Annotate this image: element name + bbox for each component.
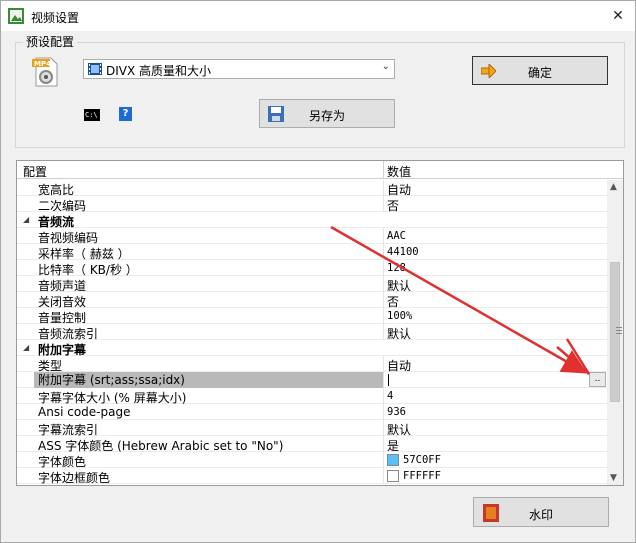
save-as-label: 另存为 — [308, 109, 345, 123]
grid-rows: 宽高比 自动 二次编码否 ◢ 音频流 音视频编码 AAC 采样率（ 赫兹 ） 44100 比特率（… — [17, 180, 607, 485]
column-header-name: 配置 — [23, 165, 48, 179]
property-value[interactable]: AAC — [387, 230, 406, 242]
property-row[interactable]: 二次编码否 — [17, 196, 607, 213]
scroll-down-icon[interactable]: ▼ — [610, 473, 617, 483]
window-title: 视频设置 — [31, 11, 80, 25]
cell-divider — [383, 388, 384, 404]
close-icon[interactable]: ✕ — [609, 7, 627, 25]
property-value[interactable]: 100% — [387, 310, 412, 322]
chevron-down-icon[interactable]: ⌄ — [382, 61, 390, 72]
app-icon — [8, 8, 24, 24]
cell-divider — [383, 372, 384, 388]
column-header-value: 数值 — [387, 165, 412, 179]
cell-divider — [383, 260, 384, 276]
property-row[interactable]: 采样率（ 赫兹 ） 44100 — [17, 244, 607, 261]
cell-divider — [383, 324, 384, 340]
watermark-label: 水印 — [528, 508, 553, 522]
property-name: 字体边框颜色 — [38, 471, 111, 485]
property-name: 附加字幕 (srt;ass;ssa;idx) — [34, 372, 383, 388]
property-row[interactable]: 附加字幕 (srt;ass;ssa;idx).. — [17, 372, 607, 388]
property-value[interactable]: 57C0FF — [403, 454, 441, 466]
property-row[interactable]: 字体颜色 57C0FF — [17, 452, 607, 469]
property-value[interactable]: 936 — [387, 406, 406, 418]
cell-divider — [383, 420, 384, 436]
cell-divider — [383, 244, 384, 260]
grip-line — [616, 330, 622, 331]
property-row[interactable]: 字幕流索引 默认 — [17, 420, 607, 437]
browse-button[interactable]: .. — [589, 372, 606, 387]
collapse-triangle-icon[interactable]: ◢ — [23, 215, 29, 224]
color-swatch[interactable] — [387, 454, 399, 466]
category-row[interactable]: ◢ 音频流 — [17, 212, 607, 229]
cell-divider — [383, 180, 384, 196]
grip-line — [616, 327, 622, 328]
film-icon — [88, 63, 102, 75]
cell-divider — [383, 228, 384, 244]
property-row[interactable]: Ansi code-page 936 — [17, 404, 607, 420]
property-value[interactable]: 128 — [387, 262, 406, 274]
property-row[interactable]: 比特率（ KB/秒 ） 128 — [17, 260, 607, 277]
cell-divider — [383, 436, 384, 452]
property-value[interactable]: FFFFFF — [403, 470, 441, 482]
ok-button[interactable]: 确定 — [472, 56, 608, 85]
property-row[interactable]: 关闭音效否 — [17, 292, 607, 309]
property-row[interactable]: 类型 自动 — [17, 356, 607, 373]
color-swatch[interactable] — [387, 470, 399, 482]
preset-group-label: 预设配置 — [23, 33, 78, 50]
grid-header: 配置 数值 — [17, 161, 623, 179]
scrollbar-thumb[interactable] — [610, 262, 622, 402]
cell-divider — [383, 468, 384, 484]
property-row[interactable]: 音频声道 默认 — [17, 276, 607, 293]
text-caret[interactable] — [388, 374, 389, 386]
ok-button-label: 确定 — [527, 66, 552, 80]
column-divider — [383, 161, 384, 179]
collapse-triangle-icon[interactable]: ◢ — [23, 343, 29, 352]
cell-divider — [383, 276, 384, 292]
property-row[interactable]: 字体边框颜色 FFFFFF — [17, 468, 607, 485]
video-settings-dialog: 视频设置 ✕ 预设配置 MP4 DIVX 高质量和大小 ⌄ 确定 C:\ ? 另… — [0, 0, 636, 543]
save-as-button[interactable]: 另存为 — [259, 99, 395, 128]
category-row[interactable]: ◢ 附加字幕 — [17, 340, 607, 357]
property-row[interactable]: 音量控制 100% — [17, 308, 607, 325]
help-icon[interactable]: ? — [119, 107, 132, 121]
cell-divider — [383, 356, 384, 372]
cell-divider — [383, 404, 384, 420]
property-row[interactable]: 音频流索引 默认 — [17, 324, 607, 341]
property-row[interactable]: ASS 字体颜色 (Hebrew Arabic set to "No") 是 — [17, 436, 607, 453]
cell-divider — [383, 308, 384, 324]
watermark-button[interactable]: 水印 — [473, 497, 609, 527]
mp4-file-icon: MP4 — [32, 57, 58, 87]
property-value[interactable]: 4 — [387, 390, 393, 402]
property-row[interactable]: 宽高比 自动 — [17, 180, 607, 197]
property-row[interactable]: 音视频编码 AAC — [17, 228, 607, 245]
cell-divider — [383, 196, 384, 212]
title-bar: 视频设置 ✕ — [1, 1, 635, 31]
cell-divider — [383, 452, 384, 468]
preset-selected-value: DIVX 高质量和大小 — [106, 64, 212, 78]
property-value[interactable]: 44100 — [387, 246, 419, 258]
scroll-up-icon[interactable]: ▲ — [610, 182, 617, 192]
command-prompt-icon[interactable]: C:\ — [84, 109, 100, 121]
grip-line — [616, 333, 622, 334]
property-grid: 配置 数值 宽高比 自动 二次编码否 ◢ 音频流 音视频编码 AAC 采样率（ 赫兹 ） 441… — [16, 160, 624, 486]
cell-divider — [383, 292, 384, 308]
mp4-badge: MP4 — [34, 60, 51, 68]
preset-dropdown[interactable]: DIVX 高质量和大小 ⌄ — [83, 59, 395, 79]
property-row[interactable]: 字幕字体大小 (% 屏幕大小) 4 — [17, 388, 607, 405]
vertical-scrollbar[interactable]: ▲ ▼ — [607, 180, 623, 485]
property-name: Ansi code-page — [38, 405, 131, 419]
